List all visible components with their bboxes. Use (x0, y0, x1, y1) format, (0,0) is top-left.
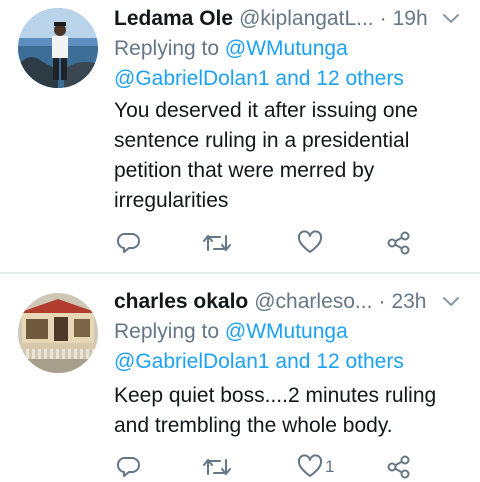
retweet-button[interactable] (202, 452, 232, 482)
tweet-divider (0, 272, 480, 274)
share-icon (387, 231, 410, 255)
mention-link[interactable]: @WMutunga (225, 37, 348, 60)
retweet-icon (203, 459, 231, 475)
timestamp[interactable]: 19h (393, 2, 428, 36)
share-icon (387, 455, 410, 479)
tweet-text-line: sentence ruling in a presidential (114, 129, 410, 152)
like-button[interactable] (297, 228, 325, 258)
tweet-text-line: irregularities (114, 189, 229, 212)
action-bar (0, 228, 480, 258)
mention-others-link[interactable]: @GabrielDolan1 and 12 others (114, 347, 466, 377)
avatar-image (18, 8, 98, 88)
tweet-header: Ledama Ole @kiplangatL... · 19h (114, 2, 462, 36)
retweet-icon (203, 235, 231, 251)
reply-icon (116, 232, 140, 253)
retweet-button[interactable] (202, 228, 232, 258)
mention-others-link[interactable]: @GabrielDolan1 and 12 others (114, 64, 466, 94)
heart-icon (297, 230, 323, 253)
replying-line-1: Replying to @WMutunga (114, 317, 466, 347)
tweet[interactable]: Ledama Ole @kiplangatL... · 19h Replying… (0, 0, 480, 272)
user-handle[interactable]: @charleso... (254, 285, 372, 319)
tweet-text-line: and trembling the whole body. (114, 414, 393, 437)
tweet-text-line: Keep quiet boss....2 minutes ruling (114, 384, 437, 407)
like-count: 1 (325, 457, 335, 476)
like-button[interactable]: 1 (297, 452, 334, 482)
avatar-image (18, 293, 98, 373)
chevron-down-icon[interactable] (440, 8, 462, 30)
replying-to: Replying to @WMutunga @GabrielDolan1 and… (114, 34, 466, 94)
avatar[interactable] (18, 8, 98, 88)
action-bar: 1 (0, 452, 480, 482)
replying-to: Replying to @WMutunga @GabrielDolan1 and… (114, 317, 466, 377)
tweet-text: Keep quiet boss....2 minutes ruling and … (114, 381, 466, 441)
separator-dot: · (379, 7, 387, 30)
heart-icon (297, 454, 323, 477)
replying-prefix: Replying to (114, 320, 220, 343)
separator-dot: · (378, 290, 386, 313)
tweet-header: charles okalo @charleso... · 23h (114, 285, 462, 319)
reply-icon (116, 456, 140, 477)
timestamp[interactable]: 23h (391, 285, 426, 319)
display-name[interactable]: Ledama Ole (114, 2, 233, 36)
mention-link[interactable]: @WMutunga (225, 320, 348, 343)
share-button[interactable] (386, 452, 412, 482)
reply-button[interactable] (116, 228, 142, 258)
share-button[interactable] (386, 228, 412, 258)
replying-line-1: Replying to @WMutunga (114, 34, 466, 64)
replying-prefix: Replying to (114, 37, 220, 60)
reply-button[interactable] (116, 452, 142, 482)
tweet-text: You deserved it after issuing one senten… (114, 96, 466, 216)
tweet-text-line: You deserved it after issuing one (114, 99, 418, 122)
display-name[interactable]: charles okalo (114, 285, 248, 319)
avatar[interactable] (18, 293, 98, 373)
user-handle[interactable]: @kiplangatL... (239, 2, 374, 36)
chevron-down-icon[interactable] (440, 291, 462, 313)
tweet-text-line: petition that were merred by (114, 159, 375, 182)
